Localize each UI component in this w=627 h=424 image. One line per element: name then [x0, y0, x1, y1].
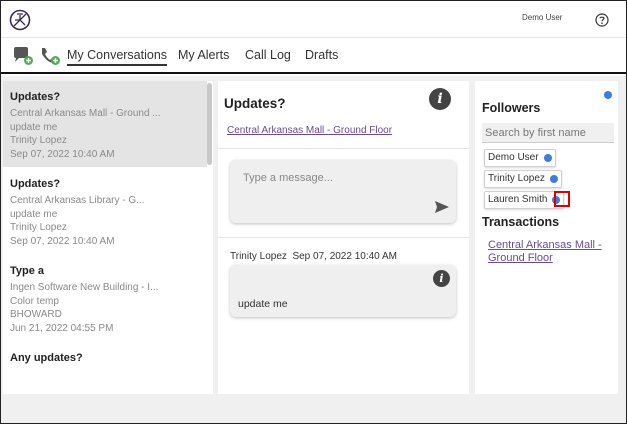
conversation-detail: Updates? i Central Arkansas Mall - Groun… [218, 81, 469, 394]
conversation-preview: update me [10, 208, 58, 220]
top-bar: Demo User [1, 1, 626, 38]
conversation-preview: update me [10, 121, 58, 133]
message-info-icon[interactable]: i [433, 270, 450, 287]
conversation-timestamp: Jun 21, 2022 04:55 PM [10, 322, 114, 334]
send-icon[interactable] [434, 200, 450, 214]
highlight-box [554, 191, 570, 207]
conversation-item[interactable]: Updates? Central Arkansas Mall - Ground … [3, 81, 207, 167]
tab-call-log[interactable]: Call Log [245, 48, 291, 62]
app-window: Demo User My Conversations My Alerts Cal… [0, 0, 627, 424]
help-icon[interactable] [595, 13, 609, 27]
follower-name: Demo User [488, 152, 539, 163]
transaction-link[interactable]: Central Arkansas Mall - Ground Floor [488, 239, 616, 265]
message-text: update me [238, 298, 288, 310]
message-author: Trinity Lopez [230, 251, 287, 262]
conversation-author: Trinity Lopez [10, 222, 67, 233]
remove-follower-icon[interactable] [543, 154, 552, 162]
conversation-timestamp: Sep 07, 2022 10:40 AM [10, 148, 115, 160]
followers-panel: Followers Demo User Trinity Lopez Lauren… [475, 81, 618, 394]
message-input[interactable] [243, 172, 423, 184]
conversation-item[interactable]: Any updates? [3, 342, 207, 394]
app-logo-icon[interactable] [9, 9, 31, 31]
conversation-title: Updates? [10, 178, 61, 190]
message-meta: Trinity Lopez Sep 07, 2022 10:40 AM [230, 251, 397, 262]
divider [218, 237, 469, 238]
user-menu[interactable]: Demo User [522, 13, 562, 22]
tab-my-conversations[interactable]: My Conversations [67, 48, 168, 66]
conversation-author: BHOWARD [10, 309, 62, 320]
followers-heading: Followers [482, 101, 541, 115]
conversation-title: Updates? [10, 91, 61, 103]
message-composer [230, 160, 456, 223]
conversation-author: Trinity Lopez [10, 135, 67, 146]
conversation-title: Type a [10, 265, 45, 277]
conversation-item[interactable]: Type a Ingen Software New Building - I..… [3, 255, 207, 341]
new-call-icon[interactable] [39, 46, 61, 66]
transactions-heading: Transactions [482, 215, 560, 229]
new-chat-icon[interactable] [12, 46, 34, 66]
tab-drafts[interactable]: Drafts [305, 48, 338, 62]
info-icon[interactable]: i [429, 88, 451, 110]
conversation-location: Central Arkansas Mall - Ground ... [10, 108, 161, 119]
conversation-heading: Updates? [224, 96, 286, 111]
main-nav: My Conversations My Alerts Call Log Draf… [1, 38, 626, 74]
message-timestamp: Sep 07, 2022 10:40 AM [292, 251, 397, 262]
scrollbar[interactable] [207, 83, 212, 165]
add-follower-icon[interactable] [604, 91, 612, 99]
follower-chip: Demo User [484, 149, 556, 167]
divider [218, 148, 469, 149]
message-bubble: i update me [230, 265, 456, 317]
follower-chip: Trinity Lopez [484, 170, 562, 188]
follower-name: Lauren Smith [488, 194, 548, 205]
conversation-list: Updates? Central Arkansas Mall - Ground … [3, 81, 213, 394]
tab-my-alerts[interactable]: My Alerts [178, 48, 229, 62]
follower-search-input[interactable] [482, 123, 614, 143]
follower-chip: Lauren Smith [484, 191, 565, 209]
conversation-item[interactable]: Updates? Central Arkansas Library - G...… [3, 168, 207, 254]
conversation-location: Central Arkansas Library - G... [10, 195, 145, 206]
conversation-timestamp: Sep 07, 2022 10:40 AM [10, 235, 115, 247]
remove-follower-icon[interactable] [549, 175, 558, 183]
conversation-location: Ingen Software New Building - I... [10, 282, 159, 293]
location-link[interactable]: Central Arkansas Mall - Ground Floor [227, 125, 392, 136]
conversation-preview: Color temp [10, 295, 59, 307]
conversation-title: Any updates? [10, 352, 83, 364]
follower-name: Trinity Lopez [488, 173, 545, 184]
